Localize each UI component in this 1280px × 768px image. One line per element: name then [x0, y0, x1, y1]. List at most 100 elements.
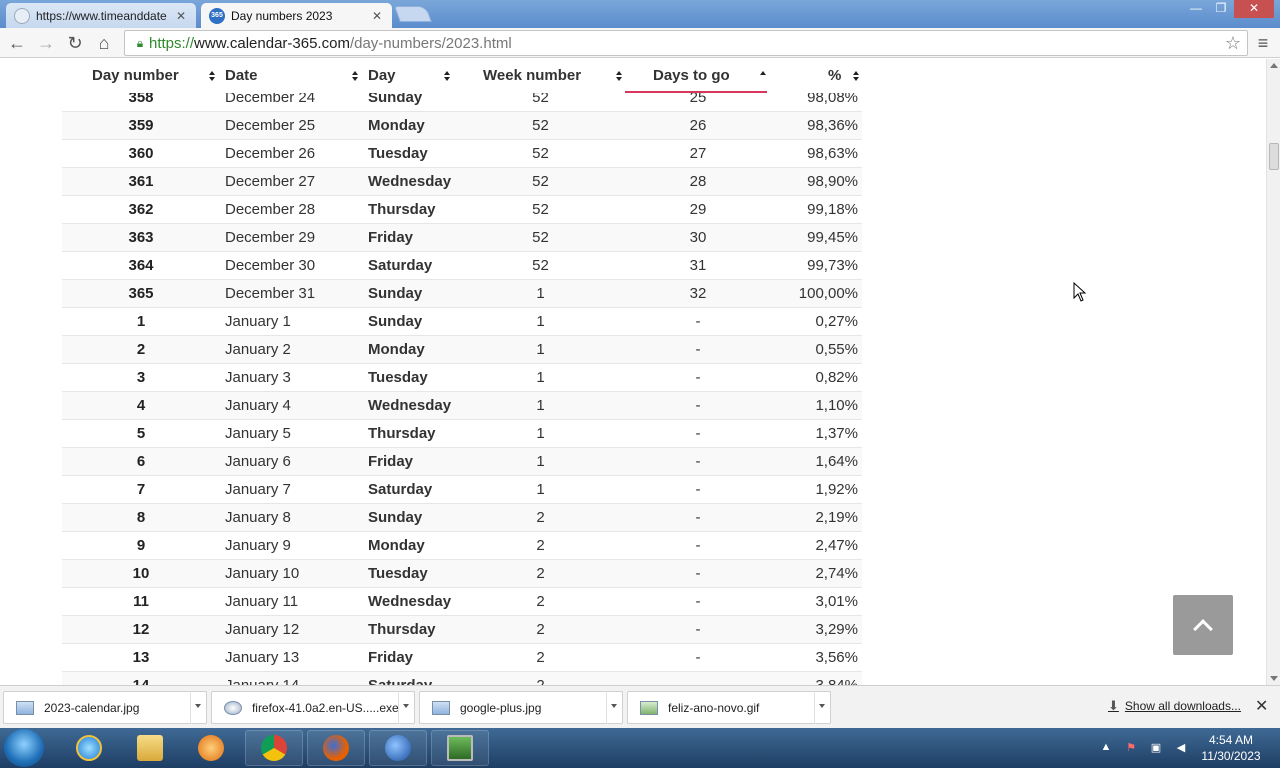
back-to-top-button[interactable]: [1173, 595, 1233, 655]
column-header-day[interactable]: Day: [368, 59, 396, 93]
percent-cell: 1,37%: [815, 425, 858, 442]
download-item[interactable]: google-plus.jpg: [419, 691, 623, 724]
week-number-cell: 52: [532, 117, 549, 134]
download-item[interactable]: feliz-ano-novo.gif: [627, 691, 831, 724]
tab-timeanddate[interactable]: https://www.timeanddate ✕: [6, 3, 196, 28]
column-header-day-number[interactable]: Day number: [92, 59, 179, 93]
thunderbird-icon[interactable]: [369, 730, 427, 766]
scroll-up-arrow-icon[interactable]: [1270, 63, 1278, 68]
day-number-cell: 9: [136, 537, 146, 554]
close-icon[interactable]: ✕: [174, 9, 188, 23]
sort-ascending-icon[interactable]: [760, 71, 767, 82]
url-path: /day-numbers/2023.html: [349, 34, 512, 52]
minimize-button[interactable]: —: [1184, 0, 1208, 18]
table-row: 8 January 8 Sunday 2-2,19%: [62, 504, 862, 532]
show-all-downloads-link[interactable]: ⬇ Show all downloads...: [1108, 698, 1241, 714]
week-number-cell: 52: [532, 145, 549, 162]
table-row: 2 January 2 Monday 1-0,55%: [62, 336, 862, 364]
download-item[interactable]: firefox-41.0a2.en-US.....exe: [211, 691, 415, 724]
sort-icon[interactable]: [616, 71, 623, 82]
back-icon[interactable]: ←: [6, 32, 28, 54]
scrollbar-thumb[interactable]: [1269, 143, 1279, 170]
reload-icon[interactable]: ↻: [64, 32, 86, 54]
week-number-cell: 2: [536, 509, 545, 526]
menu-icon[interactable]: ≡: [1252, 32, 1274, 54]
days-to-go-cell: -: [695, 621, 701, 638]
sort-icon[interactable]: [853, 71, 860, 82]
table-row: 10 January 10 Tuesday 2-2,74%: [62, 560, 862, 588]
download-menu-arrow-icon[interactable]: [190, 691, 206, 724]
browser-toolbar: ← → ↻ ⌂ 🔒︎ https:// www.calendar-365.com…: [0, 28, 1280, 58]
column-header-date[interactable]: Date: [225, 59, 258, 93]
download-filename: google-plus.jpg: [460, 700, 542, 715]
table-row: 14January 14Saturday2-3,84%: [62, 672, 862, 685]
scroll-down-arrow-icon[interactable]: [1270, 676, 1278, 681]
media-player-icon[interactable]: [182, 730, 240, 766]
home-icon[interactable]: ⌂: [93, 32, 115, 54]
bookmark-star-icon[interactable]: ☆: [1225, 33, 1241, 54]
table-row: 361 December 27 Wednesday 52 28 98,90%: [62, 168, 862, 196]
action-center-icon[interactable]: ⚑: [1123, 741, 1139, 755]
installer-file-icon: [224, 700, 242, 715]
sort-icon[interactable]: [444, 71, 451, 82]
task-manager-icon[interactable]: [431, 730, 489, 766]
download-menu-arrow-icon[interactable]: [814, 691, 830, 724]
sort-icon[interactable]: [209, 71, 216, 82]
column-header-week-number[interactable]: Week number: [483, 59, 581, 93]
table-row: 1 January 1 Sunday 1-0,27%: [62, 308, 862, 336]
percent-cell: 2,47%: [815, 537, 858, 554]
internet-explorer-icon[interactable]: [60, 730, 118, 766]
week-number-cell: 1: [536, 285, 545, 302]
close-window-button[interactable]: ✕: [1234, 0, 1274, 18]
tab-strip: https://www.timeanddate ✕ 365 Day number…: [0, 0, 1280, 28]
image-file-icon: [16, 700, 34, 715]
table-row: 7 January 7 Saturday 1-1,92%: [62, 476, 862, 504]
windows-explorer-icon[interactable]: [121, 730, 179, 766]
week-number-cell: 1: [536, 453, 545, 470]
chrome-icon[interactable]: [245, 730, 303, 766]
percent-cell: 3,56%: [815, 649, 858, 666]
percent-cell: 1,10%: [815, 397, 858, 414]
date-cell: January 5: [225, 425, 291, 442]
image-file-icon: [432, 700, 450, 715]
download-item[interactable]: 2023-calendar.jpg: [3, 691, 207, 724]
vertical-scrollbar[interactable]: [1266, 59, 1280, 685]
days-to-go-cell: -: [695, 397, 701, 414]
days-to-go-cell: -: [695, 593, 701, 610]
download-menu-arrow-icon[interactable]: [606, 691, 622, 724]
close-icon[interactable]: ✕: [370, 9, 384, 23]
show-hidden-icons-icon[interactable]: ▲: [1098, 741, 1114, 755]
percent-cell: 0,27%: [815, 313, 858, 330]
network-icon[interactable]: ▣: [1148, 741, 1164, 755]
address-bar[interactable]: 🔒︎ https:// www.calendar-365.com /day-nu…: [124, 30, 1248, 56]
column-header-days-to-go[interactable]: Days to go: [653, 59, 730, 93]
week-number-cell: 1: [536, 481, 545, 498]
firefox-icon[interactable]: [307, 730, 365, 766]
week-number-cell: 52: [532, 173, 549, 190]
restore-button[interactable]: ❐: [1209, 0, 1233, 18]
new-tab-button[interactable]: [394, 6, 432, 22]
download-menu-arrow-icon[interactable]: [398, 691, 414, 724]
clock-time: 4:54 AM: [1208, 733, 1254, 747]
table-row: 365 December 31 Sunday 1 32 100,00%: [62, 280, 862, 308]
url-host: www.calendar-365.com: [194, 34, 350, 52]
percent-cell: 1,92%: [815, 481, 858, 498]
percent-cell: 0,82%: [815, 369, 858, 386]
tab-day-numbers[interactable]: 365 Day numbers 2023 ✕: [201, 3, 392, 28]
forward-icon[interactable]: →: [35, 32, 57, 54]
url-scheme: https://: [149, 34, 195, 52]
column-header-percent[interactable]: %: [828, 59, 841, 93]
volume-muted-icon[interactable]: ◀: [1173, 741, 1189, 755]
day-number-cell: 363: [128, 229, 154, 246]
date-cell: January 8: [225, 509, 291, 526]
day-number-cell: 8: [136, 509, 146, 526]
table-row: 6 January 6 Friday 1-1,64%: [62, 448, 862, 476]
day-number-cell: 10: [132, 565, 150, 582]
date-cell: December 30: [225, 257, 316, 274]
start-button[interactable]: [4, 729, 44, 767]
taskbar-clock[interactable]: 4:54 AM 11/30/2023: [1196, 732, 1266, 764]
close-icon[interactable]: ✕: [1255, 696, 1268, 716]
week-number-cell: 1: [536, 397, 545, 414]
clock-date: 11/30/2023: [1201, 749, 1261, 763]
sort-icon[interactable]: [352, 71, 359, 82]
